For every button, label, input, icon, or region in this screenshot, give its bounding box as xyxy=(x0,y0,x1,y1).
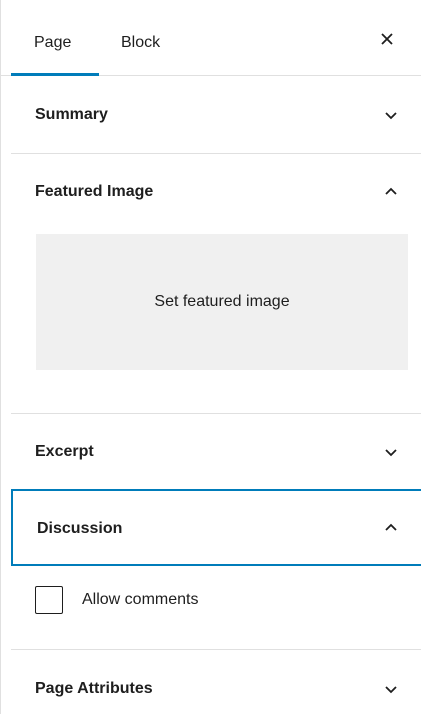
sidebar-tabs: Page Block xyxy=(1,0,421,76)
panel-excerpt-title: Excerpt xyxy=(35,443,94,460)
panel-page-attributes-header[interactable]: Page Attributes xyxy=(1,649,421,714)
panel-discussion-header[interactable]: Discussion xyxy=(11,489,421,566)
panel-featured-image-header[interactable]: Featured Image xyxy=(1,153,421,230)
allow-comments-checkbox[interactable] xyxy=(35,586,63,614)
panel-summary-header[interactable]: Summary xyxy=(1,76,421,153)
settings-sidebar: Page Block Summary Featured Image Set fe… xyxy=(0,0,421,714)
close-button[interactable] xyxy=(376,28,398,50)
panel-page-attributes-title: Page Attributes xyxy=(35,680,153,697)
panel-discussion-title: Discussion xyxy=(37,520,123,537)
panel-summary-title: Summary xyxy=(35,106,108,123)
allow-comments-label: Allow comments xyxy=(82,591,199,608)
tab-page[interactable]: Page xyxy=(34,0,71,76)
panel-featured-image-title: Featured Image xyxy=(35,183,154,200)
chevron-up-icon xyxy=(385,187,397,195)
chevron-down-icon xyxy=(385,686,397,694)
chevron-down-icon xyxy=(385,112,397,120)
tab-block[interactable]: Block xyxy=(121,0,160,76)
chevron-up-icon xyxy=(385,523,397,531)
panel-excerpt-header[interactable]: Excerpt xyxy=(1,413,421,490)
close-icon xyxy=(381,33,393,45)
chevron-down-icon xyxy=(385,449,397,457)
set-featured-image-button[interactable]: Set featured image xyxy=(36,234,408,370)
